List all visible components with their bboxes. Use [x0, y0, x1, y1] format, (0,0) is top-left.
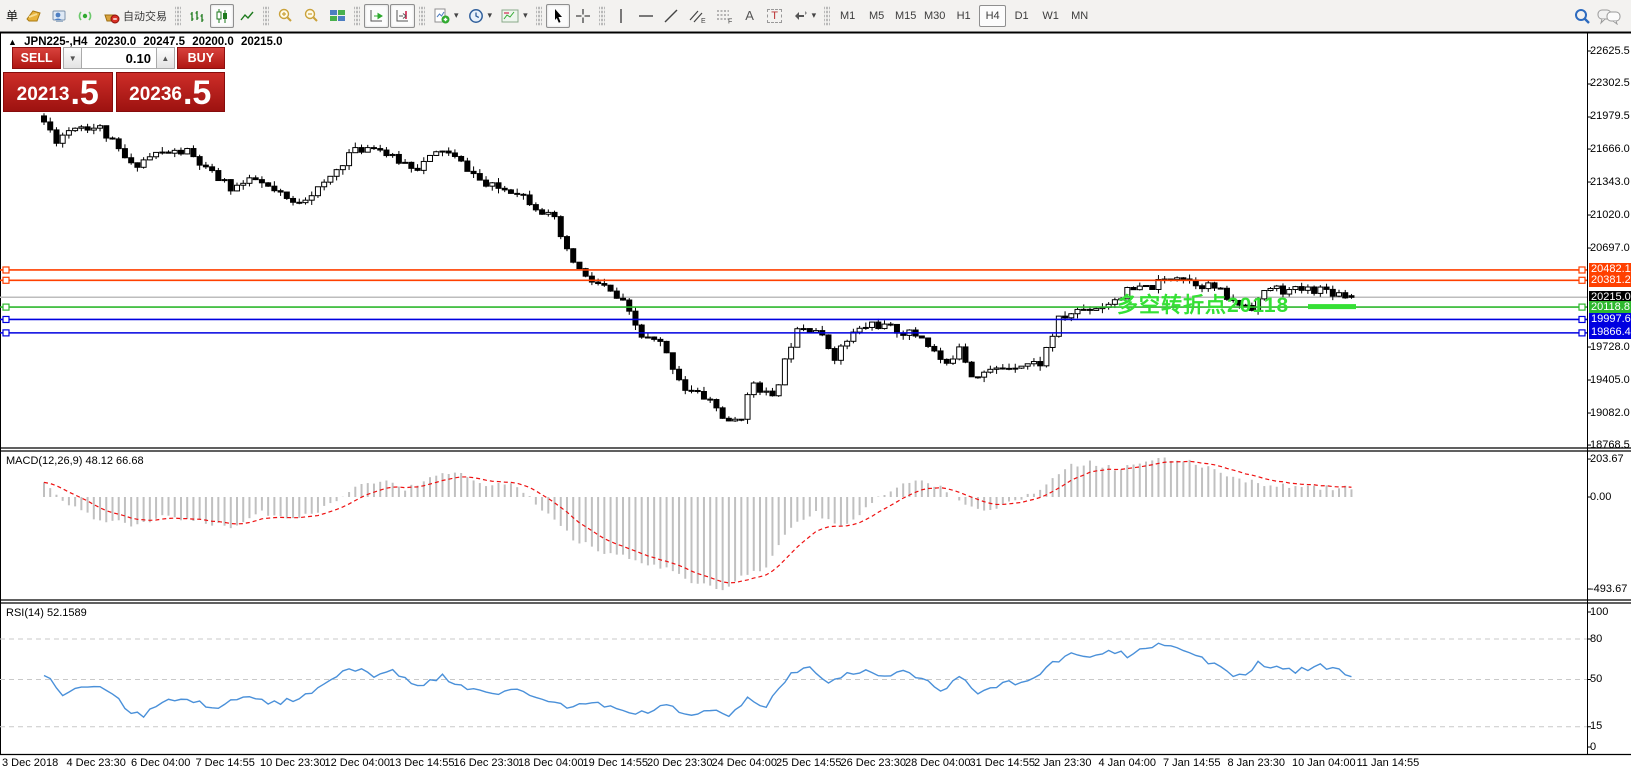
- time-axis-label[interactable]: 10 Dec 23:30: [260, 757, 325, 769]
- buy-button[interactable]: BUY: [176, 47, 226, 69]
- rsi-label: RSI(14) 52.1589: [6, 607, 87, 619]
- time-axis-label[interactable]: 4 Dec 23:30: [67, 757, 126, 769]
- price-chart-canvas[interactable]: [0, 0, 1631, 772]
- price-axis-tick[interactable]: 19082.0: [1590, 407, 1630, 420]
- price-axis-tick[interactable]: 21979.5: [1590, 110, 1630, 123]
- volume-decrease-button[interactable]: ▼: [63, 47, 83, 69]
- time-axis-label[interactable]: 20 Dec 23:30: [647, 757, 712, 769]
- time-axis-label[interactable]: 8 Jan 23:30: [1228, 757, 1286, 769]
- trade-prices-row: 20213 .5 20236 .5: [3, 72, 225, 112]
- rsi-axis-tick: 50: [1590, 673, 1603, 685]
- time-axis-label[interactable]: 12 Dec 04:00: [325, 757, 390, 769]
- time-axis-label[interactable]: 10 Jan 04:00: [1292, 757, 1356, 769]
- price-axis-tick[interactable]: 22302.5: [1590, 77, 1630, 90]
- time-axis-label[interactable]: 25 Dec 14:55: [776, 757, 841, 769]
- price-axis-tick[interactable]: 21020.0: [1590, 209, 1630, 222]
- volume-input[interactable]: 0.10: [82, 47, 156, 69]
- time-axis-label[interactable]: 6 Dec 04:00: [131, 757, 190, 769]
- rsi-axis-tick: 100: [1590, 605, 1609, 618]
- macd-label: MACD(12,26,9) 48.12 66.68: [6, 455, 144, 467]
- ask-price-main: 20236: [129, 84, 182, 105]
- price-line-label[interactable]: 20118.8: [1589, 300, 1631, 314]
- time-axis-label[interactable]: 26 Dec 23:30: [841, 757, 906, 769]
- bid-price-frac: .5: [70, 74, 99, 112]
- price-axis-tick[interactable]: 21666.0: [1590, 143, 1630, 156]
- trading-terminal-window: { "toolbar": { "order_text": "单", "autot…: [0, 0, 1631, 772]
- macd-axis-tick: -493.67: [1590, 582, 1628, 595]
- price-axis-tick[interactable]: 19405.0: [1590, 374, 1630, 387]
- trade-controls-row: SELL ▼ 0.10 ▲ BUY: [3, 47, 226, 69]
- time-axis-label[interactable]: 16 Dec 23:30: [454, 757, 519, 769]
- time-axis-label[interactable]: 7 Dec 14:55: [196, 757, 255, 769]
- time-axis-label[interactable]: 19 Dec 14:55: [583, 757, 648, 769]
- price-line-label[interactable]: 19866.4: [1589, 326, 1631, 340]
- price-axis-tick[interactable]: 22625.5: [1590, 45, 1630, 58]
- bid-price-main: 20213: [16, 84, 70, 105]
- pivot-annotation-text[interactable]: 多空转折点20118: [1117, 289, 1289, 319]
- time-axis-label[interactable]: 7 Jan 14:55: [1163, 757, 1221, 769]
- price-axis-tick[interactable]: 18768.5: [1590, 439, 1630, 452]
- rsi-axis-tick: 15: [1590, 720, 1603, 733]
- price-axis-tick[interactable]: 21343.0: [1590, 176, 1630, 189]
- time-axis-label[interactable]: 28 Dec 04:00: [905, 757, 970, 769]
- time-axis-label[interactable]: 24 Dec 04:00: [712, 757, 777, 769]
- one-click-trading-panel: SELL ▼ 0.10 ▲ BUY 20213 .5 20236 .5: [3, 47, 226, 112]
- time-axis-label[interactable]: 2 Jan 23:30: [1034, 757, 1092, 769]
- collapse-panel-icon[interactable]: ▲: [8, 37, 17, 47]
- price-axis-tick[interactable]: 20697.0: [1590, 242, 1630, 255]
- price-line-label[interactable]: 19997.6: [1589, 312, 1631, 326]
- volume-increase-button[interactable]: ▲: [155, 47, 175, 69]
- rsi-axis-tick: 0: [1590, 740, 1597, 753]
- time-axis-label[interactable]: 18 Dec 04:00: [518, 757, 583, 769]
- time-axis-label[interactable]: 31 Dec 14:55: [970, 757, 1035, 769]
- sell-button[interactable]: SELL: [12, 47, 62, 69]
- time-axis-label[interactable]: 11 Jan 14:55: [1357, 757, 1420, 769]
- time-axis-label[interactable]: 13 Dec 14:55: [389, 757, 454, 769]
- price-line-label[interactable]: 20381.2: [1589, 273, 1631, 287]
- ask-price-frac: .5: [182, 74, 212, 112]
- macd-axis-tick: 203.67: [1590, 452, 1624, 465]
- time-axis-label[interactable]: 4 Jan 04:00: [1099, 757, 1157, 769]
- bid-price-button[interactable]: 20213 .5: [3, 72, 113, 112]
- ohlc-close: 20215.0: [240, 36, 283, 48]
- rsi-axis-tick: 80: [1590, 632, 1603, 645]
- ask-price-button[interactable]: 20236 .5: [115, 72, 225, 112]
- macd-axis-tick: 0.00: [1590, 490, 1612, 503]
- price-axis-tick[interactable]: 19728.0: [1590, 341, 1630, 354]
- time-axis-label[interactable]: 3 Dec 2018: [2, 757, 58, 769]
